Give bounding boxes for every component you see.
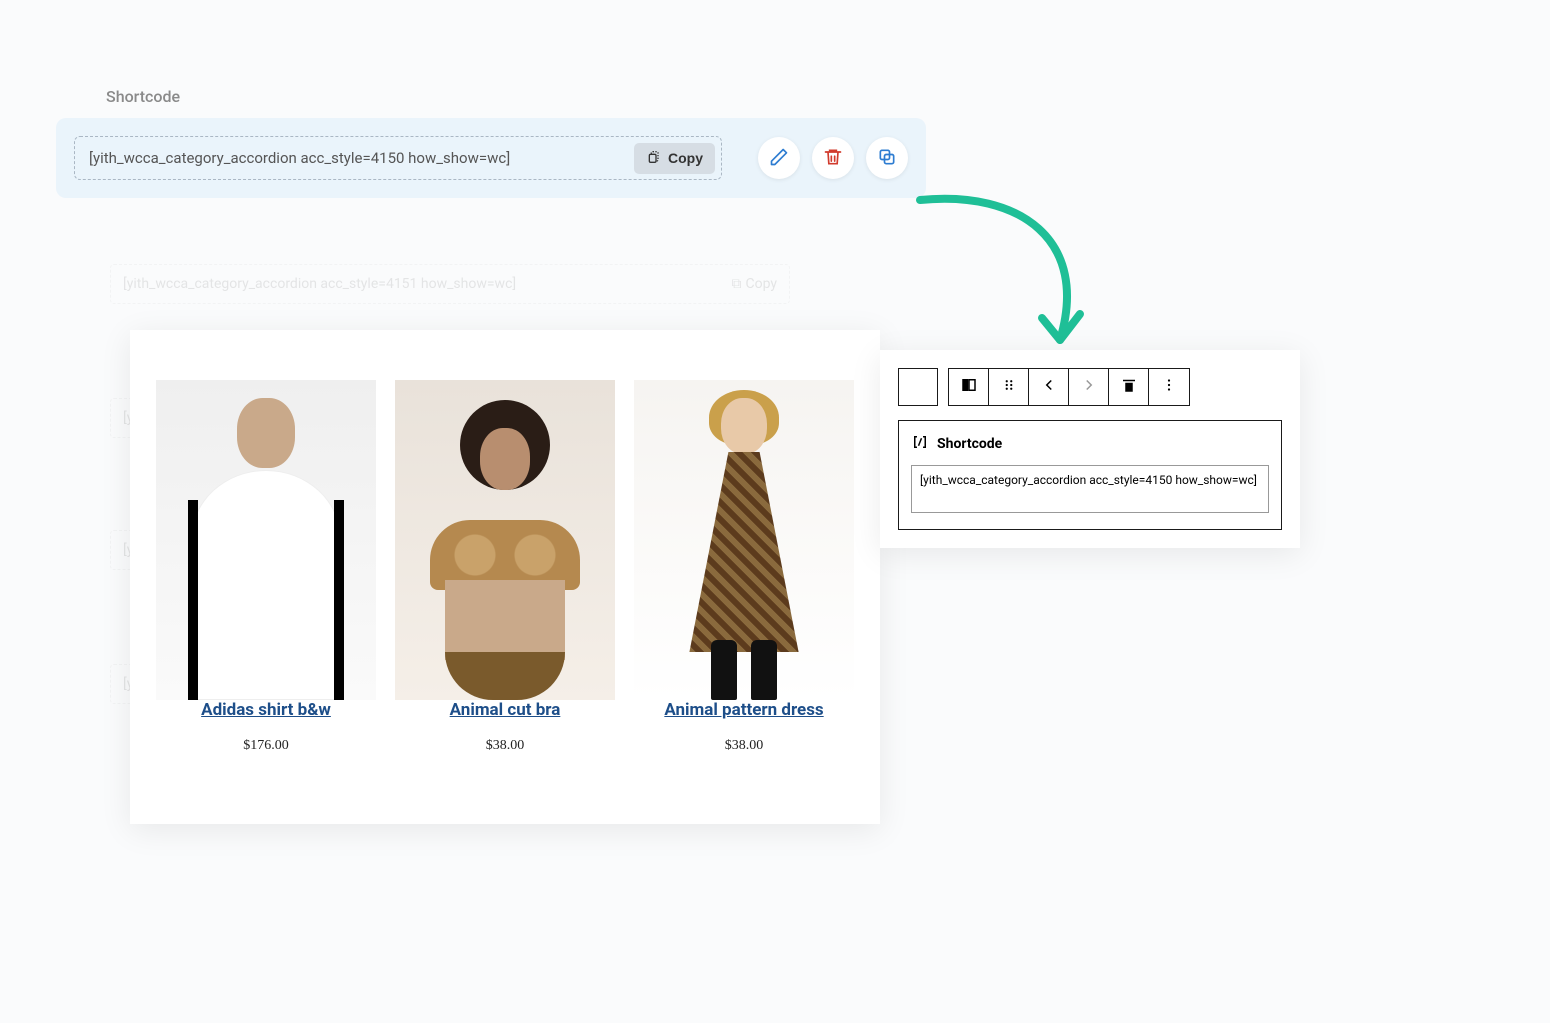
copy-icon (877, 147, 897, 170)
copy-button-label: Copy (668, 150, 703, 166)
product-item: Adidas shirt b&w $176.00 (156, 380, 376, 754)
product-price: $176.00 (156, 738, 376, 754)
toolbar-align-button[interactable] (1109, 369, 1149, 405)
product-item: Animal cut bra $38.00 (395, 380, 615, 754)
block-body: Shortcode (898, 420, 1282, 530)
block-heading-label: Shortcode (937, 436, 1002, 452)
clipboard-icon: ⧉ (731, 276, 741, 292)
delete-button[interactable] (812, 137, 854, 179)
product-title-link[interactable]: Animal pattern dress (664, 700, 823, 720)
copy-button[interactable]: Copy (634, 143, 715, 174)
more-icon (1160, 376, 1178, 398)
product-title-link[interactable]: Animal cut bra (450, 700, 561, 720)
block-toolbar (898, 368, 1282, 406)
block-editor: Shortcode (880, 350, 1300, 548)
toolbar-column-button[interactable] (898, 368, 938, 406)
layout-icon (960, 376, 978, 398)
action-buttons (758, 137, 908, 179)
shortcode-field: [yith_wcca_category_accordion acc_style=… (74, 136, 722, 180)
product-image[interactable] (634, 380, 854, 700)
shortcode-textarea[interactable] (911, 465, 1269, 513)
product-title-link[interactable]: Adidas shirt b&w (201, 700, 331, 720)
product-price: $38.00 (395, 738, 615, 754)
toolbar-prev-button[interactable] (1029, 369, 1069, 405)
shortcode-panel: [yith_wcca_category_accordion acc_style=… (56, 118, 926, 198)
trash-icon (823, 147, 843, 170)
block-heading: Shortcode (911, 433, 1269, 455)
product-price: $38.00 (634, 738, 854, 754)
clipboard-icon (646, 149, 662, 168)
pencil-icon (769, 147, 789, 170)
section-label: Shortcode (106, 87, 180, 106)
product-grid: Adidas shirt b&w $176.00 Animal cut bra … (130, 330, 880, 824)
toolbar-layout-button[interactable] (949, 369, 989, 405)
align-icon (1120, 376, 1138, 398)
product-item: Animal pattern dress $38.00 (634, 380, 854, 754)
toolbar-more-button[interactable] (1149, 369, 1189, 405)
product-image[interactable] (395, 380, 615, 700)
shortcode-block-icon (911, 433, 929, 455)
chevron-right-icon (1080, 376, 1098, 398)
product-image[interactable] (156, 380, 376, 700)
chevron-left-icon (1040, 376, 1058, 398)
shortcode-row-faded: [yith_wcca_category_accordion acc_style=… (110, 264, 790, 304)
toolbar-drag-button[interactable] (989, 369, 1029, 405)
toolbar-group (948, 368, 1190, 406)
shortcode-text-faded: [yith_wcca_category_accordion acc_style=… (123, 276, 721, 292)
toolbar-next-button[interactable] (1069, 369, 1109, 405)
duplicate-button[interactable] (866, 137, 908, 179)
copy-button-faded: ⧉ Copy (731, 276, 777, 292)
drag-icon (1000, 376, 1018, 398)
edit-button[interactable] (758, 137, 800, 179)
shortcode-text: [yith_wcca_category_accordion acc_style=… (89, 149, 624, 167)
